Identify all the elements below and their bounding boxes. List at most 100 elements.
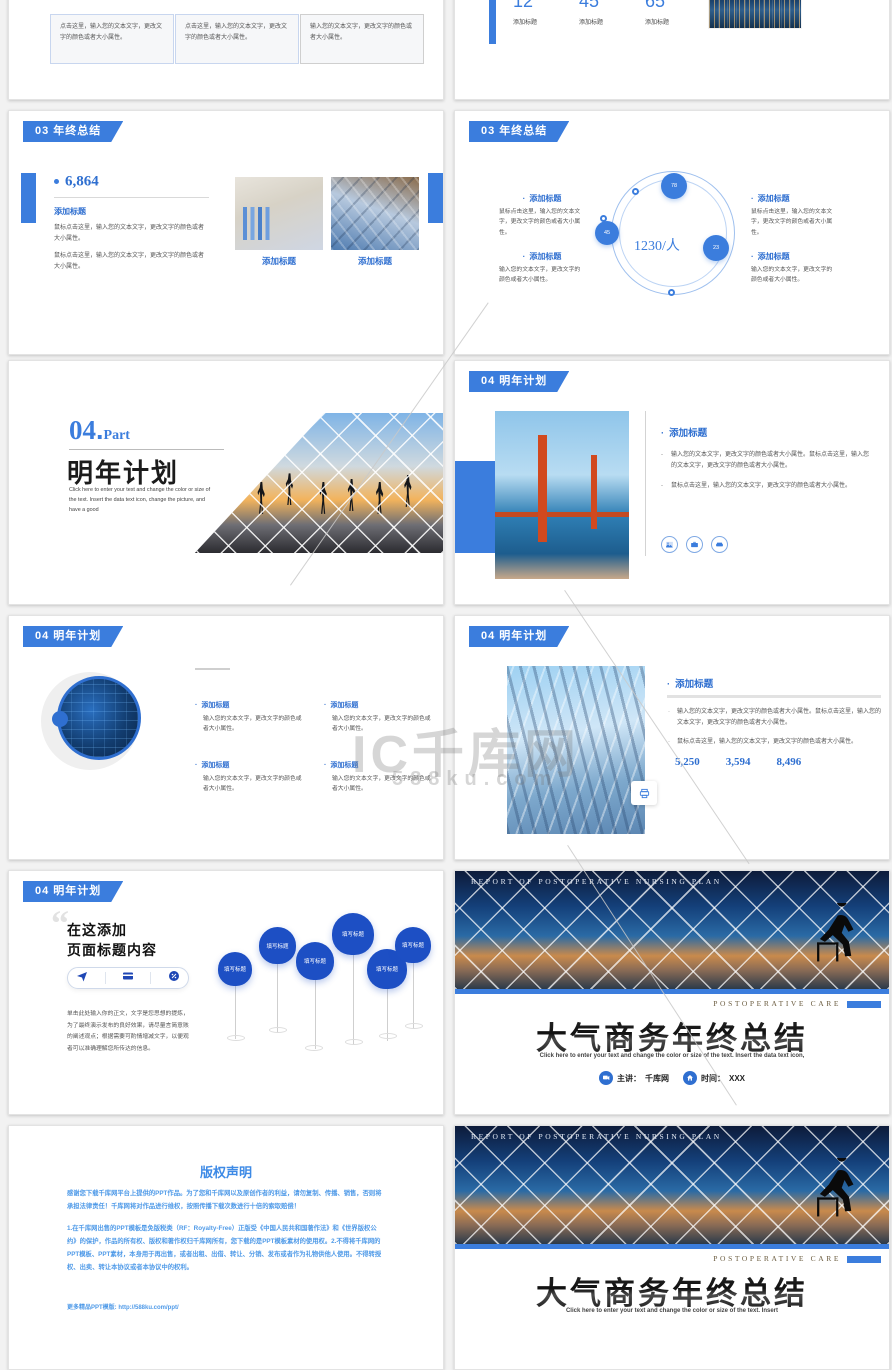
accent-stripe bbox=[455, 1244, 889, 1249]
balloon-node: 填写标题 bbox=[395, 927, 431, 963]
divider bbox=[645, 411, 646, 556]
content-item: 输入您的文本文字，更改文字的颜色或者大小属性。鼠标点击这里，输入您的文本文字，更… bbox=[667, 707, 881, 729]
copyright-body: 感谢您下载千库网平台上提供的PPT作品。为了您和千库网以及原创作者的利益，请勿复… bbox=[67, 1188, 385, 1283]
stat-value: 12 bbox=[513, 0, 534, 11]
print-icon[interactable] bbox=[631, 781, 657, 805]
section-title: 明年计划 bbox=[499, 630, 548, 642]
number-row: 5,250 3,594 8,496 bbox=[667, 756, 881, 768]
section-number: 04 bbox=[481, 630, 496, 642]
title-line: 在这添加 bbox=[67, 922, 127, 938]
info-block: 添加标题 输入您的文本文字，更改文字的颜色或者大小属性。 bbox=[499, 251, 585, 286]
slide-thumbnail[interactable]: REPORT OF POSTOPERATIVE NURSING PLAN POS… bbox=[454, 870, 890, 1115]
stat-label: 添加标题 bbox=[579, 20, 604, 26]
technology-photo bbox=[57, 676, 141, 760]
slide-thumbnail[interactable]: 04明年计划 添加标题 输入您的文本文字，更改文字的颜色或者大小属性。鼠标点击这… bbox=[454, 615, 890, 860]
content-column: 添加标题 输入您的文本文字，更改文字的颜色或者大小属性。鼠标点击这里，输入您的文… bbox=[667, 676, 881, 768]
text-box: 输入您的文本文字，更改文字的颜色或者大小属性。 bbox=[300, 14, 424, 64]
section-title: 年终总结 bbox=[53, 125, 102, 137]
section-title: 明年计划 bbox=[53, 630, 102, 642]
slide-thumbnail[interactable]: 04.Part 明年计划 Click here to enter your te… bbox=[8, 360, 444, 605]
text-box: 点击这里，输入您的文本文字，更改文字的颜色或者大小属性。 bbox=[175, 14, 299, 64]
accent-bar-left bbox=[21, 173, 36, 223]
info-block: 添加标题 鼠标点击这里，输入您的文本文字，更改文字的颜色或者大小属性。 bbox=[751, 193, 837, 238]
info-block: 添加标题 输入您的文本文字，更改文字的颜色或者大小属性。 bbox=[751, 251, 837, 286]
info-title: 添加标题 bbox=[324, 700, 436, 710]
city-night-photo bbox=[709, 0, 801, 28]
section-tag: 04 明年计划 bbox=[469, 371, 569, 392]
icon-row bbox=[661, 536, 728, 553]
section-number: 04 bbox=[35, 885, 50, 897]
stat-label: 添加标题 bbox=[513, 20, 538, 26]
copyright-link[interactable]: 更多精品PPT模版: http://588ku.com/ppt/ bbox=[67, 1302, 179, 1311]
speaker-meta: 主讲： 千库网 bbox=[598, 1071, 669, 1085]
card-icon[interactable] bbox=[122, 969, 134, 987]
section-number: 04 bbox=[35, 630, 50, 642]
info-title: 添加标题 bbox=[499, 193, 585, 204]
slide-thumbnail[interactable]: 04明年计划 添加标题 输入您的文本文字，更改文字的颜色或者大小属性。鼠标点击这… bbox=[454, 360, 890, 605]
slide-thumbnail[interactable]: 点击这里，输入您的文本文字，更改文字的颜色或者大小属性。 点击这里，输入您的文本… bbox=[8, 0, 444, 100]
accent-stripe bbox=[455, 989, 889, 994]
slide-thumbnail[interactable]: REPORT OF POSTOPERATIVE NURSING PLAN POS… bbox=[454, 1125, 890, 1370]
section-tag: 03 年终总结 bbox=[469, 121, 569, 142]
circular-diagram: 78 45 23 1230/人 bbox=[593, 163, 753, 303]
briefcase-icon[interactable] bbox=[686, 536, 703, 553]
building-photo bbox=[331, 177, 419, 250]
kpi-block: 6,864 添加标题 鼠标点击这里，输入您的文本文字，更改文字的颜色或者大小属性… bbox=[54, 173, 209, 279]
slide-thumbnail[interactable]: 03年终总结 78 45 23 1230/人 添加标题 鼠标点击这里，输入您的文… bbox=[454, 110, 890, 355]
speaker-value: 千库网 bbox=[644, 1073, 669, 1083]
marker-dot bbox=[600, 215, 607, 222]
info-block: 添加标题 输入您的文本文字，更改文字的颜色或者大小属性。 bbox=[324, 700, 436, 735]
accent-bar bbox=[489, 0, 496, 44]
content-item: 输入您的文本文字，更改文字的颜色或者大小属性。鼠标点击这里，输入您的文本文字，更… bbox=[661, 450, 873, 472]
part-word: Part bbox=[103, 428, 130, 443]
center-value: 1230/人 bbox=[634, 239, 680, 254]
cover-eyebrow: REPORT OF POSTOPERATIVE NURSING PLAN bbox=[471, 1132, 722, 1141]
number-value: 3,594 bbox=[725, 756, 751, 769]
content-item: 鼠标点击这里，输入您的文本文字，更改文字的颜色或者大小属性。 bbox=[661, 481, 873, 492]
copyright-paragraph: 1.在千库网出售的PPT模板是免版税类（RF：Royalty-Free）正版受《… bbox=[67, 1224, 382, 1271]
part-description: Click here to enter your text and change… bbox=[69, 487, 211, 513]
cover-kicker: POSTOPERATIVE CARE bbox=[713, 1254, 841, 1263]
percent-icon[interactable] bbox=[168, 969, 180, 987]
stat-value: 65 bbox=[645, 0, 666, 11]
golden-gate-photo bbox=[495, 411, 629, 579]
info-block: 添加标题 输入您的文本文字，更改文字的颜色或者大小属性。 bbox=[195, 760, 307, 795]
celebration-photo bbox=[194, 413, 443, 553]
cover-eyebrow: REPORT OF POSTOPERATIVE NURSING PLAN bbox=[471, 877, 722, 886]
icon-pill bbox=[67, 967, 189, 989]
stat-item: 12 添加标题 bbox=[513, 0, 537, 26]
content-item: 鼠标点击这里，输入您的文本文字，更改文字的颜色或者大小属性。 bbox=[667, 737, 881, 748]
info-text: 输入您的文本文字，更改文字的颜色或者大小属性。 bbox=[203, 776, 302, 793]
slide-thumbnail[interactable]: 04 明年计划 “ 在这添加 页面标题内容 单击此处输入你的正文，文字是您思想的提… bbox=[8, 870, 444, 1115]
time-label: 时间： bbox=[700, 1073, 725, 1083]
speaker-label: 主讲： bbox=[616, 1073, 641, 1083]
sofa-icon[interactable] bbox=[711, 536, 728, 553]
info-title: 添加标题 bbox=[195, 760, 307, 770]
stat-label: 添加标题 bbox=[645, 20, 670, 26]
info-text: 输入您的文本文字，更改文字的颜色或者大小属性。 bbox=[332, 776, 431, 793]
number-value: 8,496 bbox=[776, 756, 802, 769]
slide-thumbnail[interactable]: 12 添加标题 45 添加标题 65 添加标题 bbox=[454, 0, 890, 100]
copyright-title: 版权声明 bbox=[199, 1165, 252, 1180]
slide-thumbnail[interactable]: 04明年计划 添加标题 输入您的文本文字，更改文字的颜色或者大小属性。 添加标题… bbox=[8, 615, 444, 860]
send-icon[interactable] bbox=[76, 969, 88, 987]
time-value: XXX bbox=[728, 1073, 745, 1083]
image-icon[interactable] bbox=[661, 536, 678, 553]
section-title: 明年计划 bbox=[53, 885, 102, 897]
slide-title: 在这添加 页面标题内容 bbox=[67, 921, 157, 960]
info-text: 输入您的文本文字，更改文字的颜色或者大小属性。 bbox=[751, 267, 833, 284]
accent-block bbox=[847, 1256, 881, 1263]
slide-thumbnail[interactable]: 03 年终总结 6,864 添加标题 鼠标点击这里，输入您的文本文字，更改文字的颜… bbox=[8, 110, 444, 355]
hurdler-silhouette-icon bbox=[817, 1158, 854, 1217]
cover-subtitle: Click here to enter your text and change… bbox=[539, 1053, 805, 1059]
circle-node: 45 bbox=[595, 221, 619, 245]
stat-value: 45 bbox=[579, 0, 600, 11]
title-line: 页面标题内容 bbox=[67, 941, 157, 958]
info-text: 输入您的文本文字，更改文字的颜色或者大小属性。 bbox=[499, 267, 581, 284]
slide-thumbnail[interactable]: 版权声明 感谢您下载千库网平台上提供的PPT作品。为了您和千库网以及原创作者的利… bbox=[8, 1125, 444, 1370]
circle-node: 23 bbox=[703, 235, 729, 261]
content-heading: 添加标题 bbox=[667, 676, 881, 690]
skyscraper-photo bbox=[507, 666, 645, 834]
part-dot: . bbox=[96, 415, 104, 445]
photo-caption: 添加标题 bbox=[357, 256, 392, 266]
